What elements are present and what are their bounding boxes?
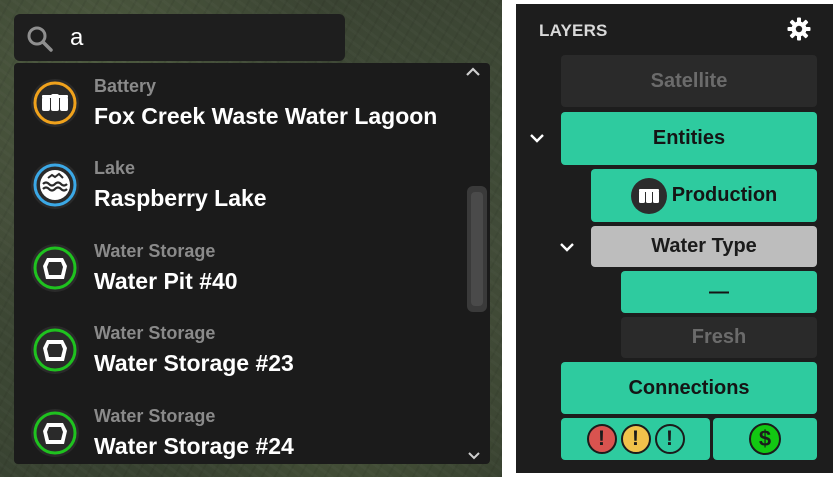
result-category: Water Storage	[94, 323, 216, 343]
chevron-down-icon[interactable]	[558, 240, 576, 254]
layers-panel: LAYERS Satellite Entities Production Wat…	[516, 4, 833, 473]
alerts-filter-toggle[interactable]: ! ! !	[561, 418, 710, 460]
layers-panel-title: LAYERS	[539, 21, 608, 40]
water-type-layer-toggle[interactable]: Water Type	[591, 226, 817, 267]
satellite-layer-toggle[interactable]: Satellite	[561, 55, 817, 107]
scrollbar-thumb[interactable]	[467, 186, 487, 312]
result-category: Lake	[94, 158, 136, 178]
battery-icon	[31, 79, 79, 127]
lake-icon	[31, 161, 79, 209]
fresh-water-toggle[interactable]: Fresh	[621, 317, 817, 358]
production-label: Production	[671, 184, 778, 206]
search-result-item[interactable]: Water Storage Water Pit #40	[14, 231, 464, 313]
gear-icon[interactable]	[787, 17, 811, 41]
result-name: Water Storage #23	[94, 350, 294, 376]
result-name: Fox Creek Waste Water Lagoon	[94, 103, 438, 129]
connections-layer-toggle[interactable]: Connections	[561, 362, 817, 414]
result-category: Water Storage	[94, 406, 216, 426]
scroll-up-arrow-icon[interactable]	[464, 65, 482, 79]
search-results-list: Battery Fox Creek Waste Water Lagoon Lak…	[14, 63, 490, 464]
search-box[interactable]	[14, 14, 345, 61]
satellite-label: Satellite	[650, 69, 728, 92]
water-storage-icon	[31, 409, 79, 457]
production-layer-toggle[interactable]: Production	[591, 169, 817, 222]
search-icon	[27, 26, 53, 52]
scroll-down-arrow-icon[interactable]	[466, 449, 482, 461]
entities-layer-toggle[interactable]: Entities	[561, 112, 817, 165]
fresh-label: Fresh	[691, 326, 747, 348]
result-name: Raspberry Lake	[94, 185, 267, 211]
search-result-item[interactable]: Water Storage Water Storage #23	[14, 313, 464, 395]
search-result-item[interactable]: Battery Fox Creek Waste Water Lagoon	[14, 66, 464, 148]
connections-label: Connections	[628, 376, 750, 399]
alert-medium-icon: !	[620, 424, 651, 454]
cost-filter-toggle[interactable]: $	[713, 418, 817, 460]
chevron-down-icon[interactable]	[528, 131, 546, 145]
water-storage-icon	[31, 326, 79, 374]
alert-low-icon: !	[654, 424, 685, 454]
result-name: Water Storage #24	[94, 433, 294, 459]
search-input[interactable]	[68, 22, 332, 54]
entities-label: Entities	[652, 127, 726, 149]
search-result-item[interactable]: Water Storage Water Storage #24	[14, 396, 464, 464]
result-name: Water Pit #40	[94, 268, 238, 294]
water-type-unspecified-toggle[interactable]: —	[621, 271, 817, 313]
water-storage-icon	[31, 244, 79, 292]
result-category: Water Storage	[94, 241, 216, 261]
search-result-item[interactable]: Lake Raspberry Lake	[14, 148, 464, 230]
alert-high-icon: !	[586, 424, 617, 454]
result-category: Battery	[94, 76, 157, 96]
production-icon	[630, 177, 667, 214]
dollar-icon: $	[749, 423, 781, 455]
water-type-blank-label: —	[709, 280, 729, 303]
water-type-label: Water Type	[651, 235, 757, 257]
